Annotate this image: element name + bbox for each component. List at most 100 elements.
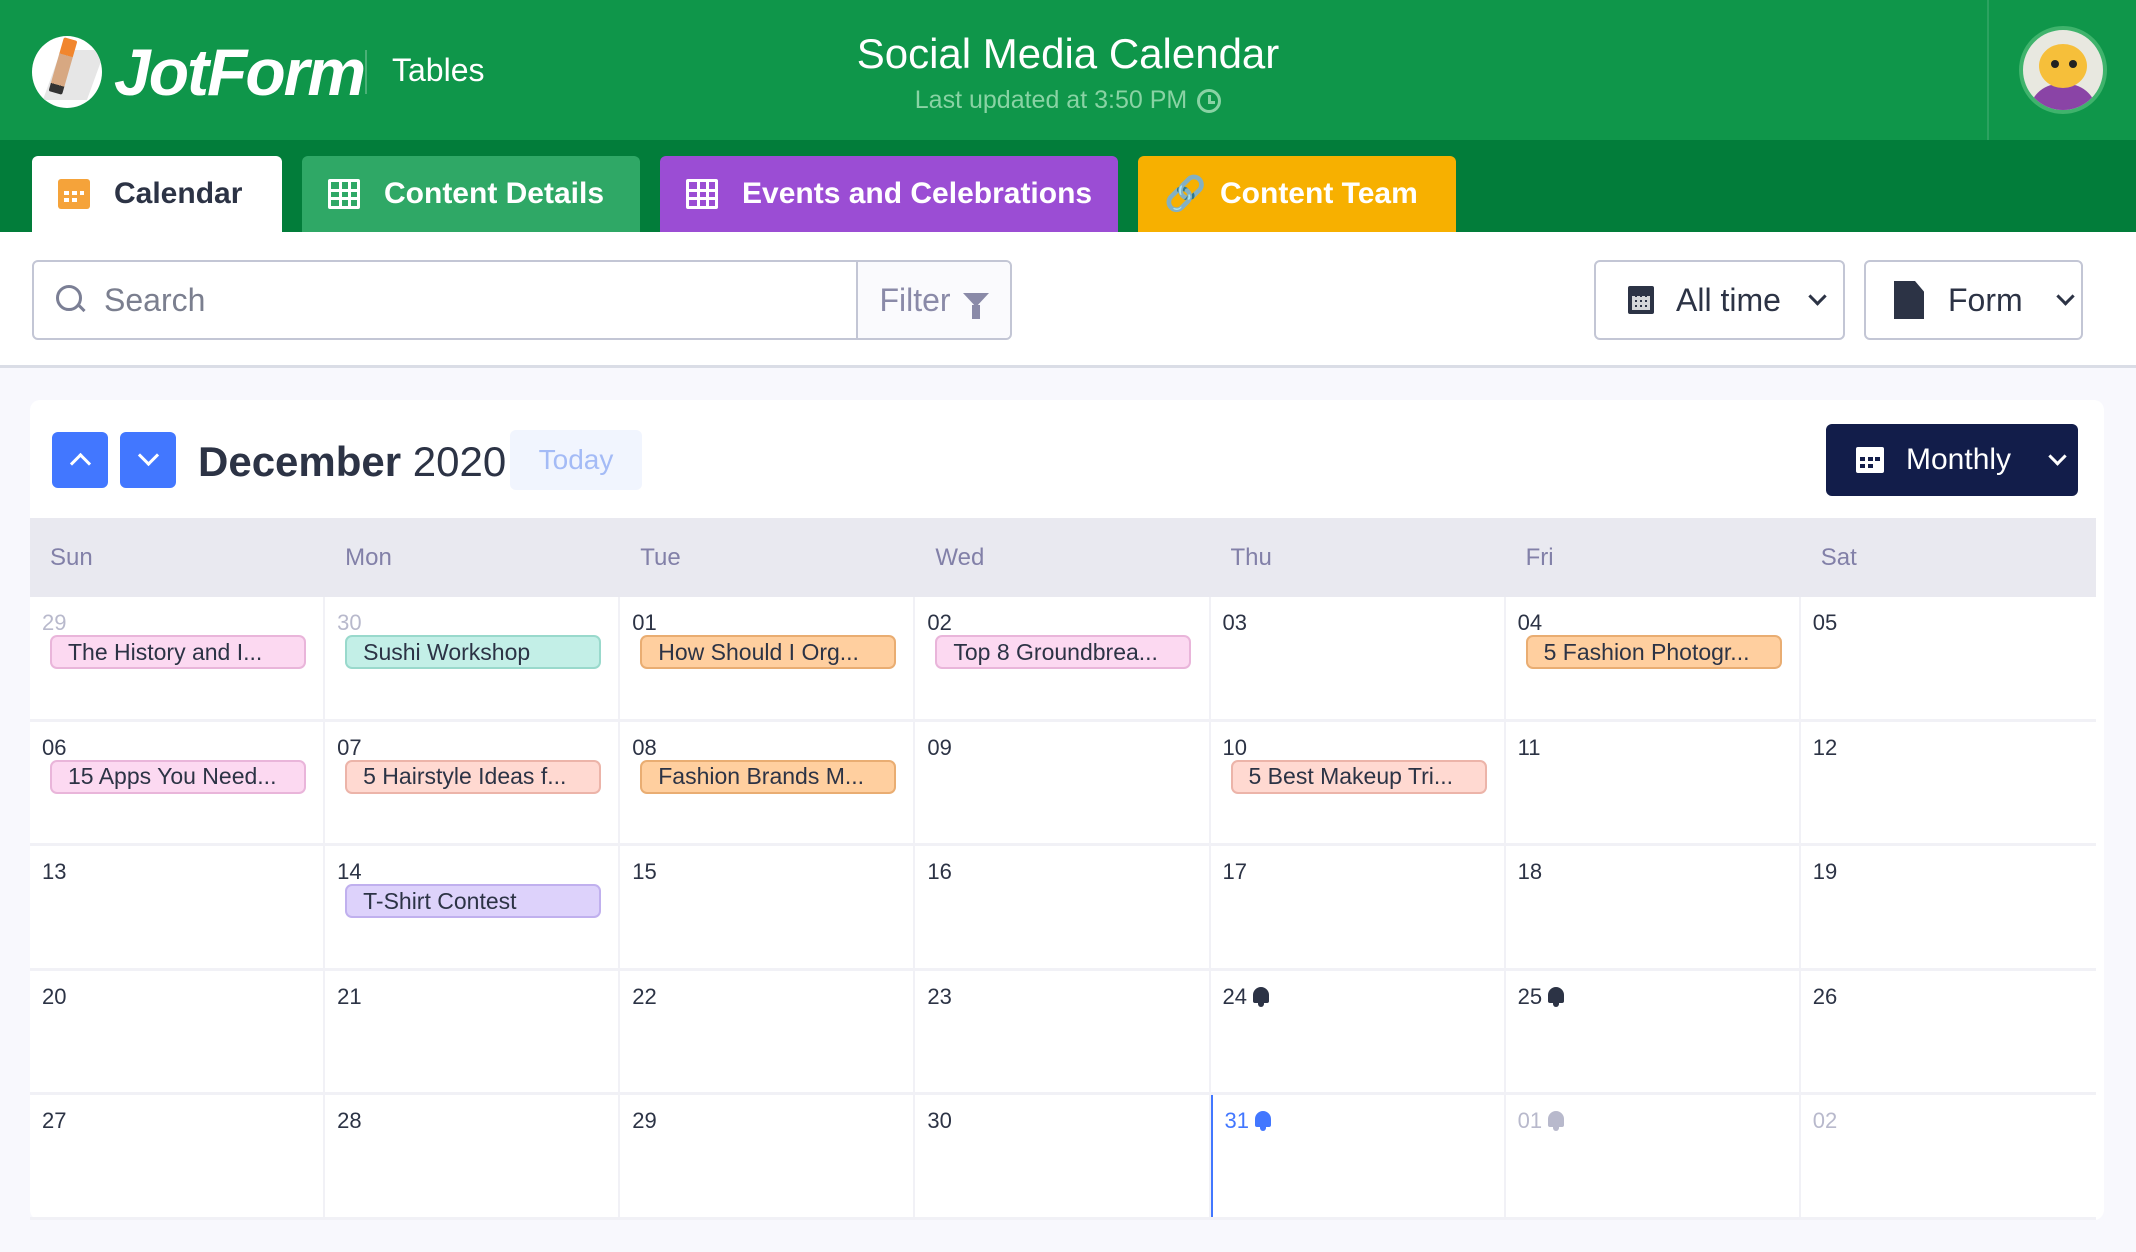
day-cell[interactable]: 24 bbox=[1211, 970, 1506, 1093]
day-cell[interactable]: 01 How Should I Org... bbox=[620, 597, 916, 719]
day-number: 27 bbox=[42, 1108, 323, 1133]
clock-icon[interactable] bbox=[1197, 88, 1222, 113]
avatar[interactable] bbox=[2019, 26, 2107, 114]
day-cell[interactable]: 28 bbox=[325, 1095, 621, 1217]
day-cell[interactable]: 27 bbox=[30, 1095, 326, 1217]
calendar-event[interactable]: Sushi Workshop bbox=[345, 635, 602, 669]
calendar-event[interactable]: Top 8 Groundbrea... bbox=[935, 635, 1192, 669]
day-number-text: 20 bbox=[42, 983, 67, 1009]
time-range-dropdown[interactable]: All time bbox=[1594, 260, 1845, 340]
calendar-event[interactable]: T-Shirt Contest bbox=[345, 884, 602, 919]
day-cell[interactable]: 19 bbox=[1801, 846, 2096, 968]
day-cell[interactable]: 29 The History and I... bbox=[30, 597, 326, 719]
day-of-week-label: Mon bbox=[345, 543, 392, 571]
view-mode-dropdown[interactable]: Monthly bbox=[1826, 424, 2078, 496]
calendar-icon bbox=[1856, 447, 1884, 473]
calendar-event[interactable]: Fashion Brands M... bbox=[640, 759, 897, 794]
table-grid-icon bbox=[328, 179, 360, 209]
bell-icon[interactable] bbox=[1546, 985, 1566, 1009]
day-cell[interactable]: 03 bbox=[1211, 597, 1506, 719]
previous-month-button[interactable] bbox=[52, 432, 108, 488]
tab-label: Content Team bbox=[1220, 177, 1418, 210]
day-number-text: 23 bbox=[927, 983, 952, 1009]
calendar-event[interactable]: 5 Best Makeup Tri... bbox=[1230, 759, 1487, 794]
day-number-text: 19 bbox=[1812, 859, 1838, 885]
search-icon bbox=[56, 285, 86, 315]
next-month-button[interactable] bbox=[120, 432, 176, 488]
calendar-card: December 2020 Today Monthly Sun Mon Tue Wed… bbox=[30, 400, 2104, 1220]
day-number-text: 03 bbox=[1222, 610, 1247, 635]
day-cell[interactable]: 22 bbox=[620, 970, 916, 1093]
day-cell[interactable]: 17 bbox=[1211, 846, 1506, 968]
day-of-week-label: Thu bbox=[1230, 543, 1272, 571]
day-cell[interactable]: 21 bbox=[325, 970, 621, 1093]
day-cell[interactable]: 09 bbox=[915, 721, 1211, 844]
month-title: December 2020 bbox=[198, 438, 506, 486]
week-row: 06 15 Apps You Need... 07 5 Hairstyle Ideas… bbox=[30, 721, 2096, 847]
day-cell[interactable]: 25 bbox=[1506, 970, 1801, 1093]
search-input[interactable] bbox=[104, 281, 864, 319]
tab-label: Events and Celebrations bbox=[742, 177, 1093, 210]
form-dropdown[interactable]: Form bbox=[1864, 260, 2083, 340]
today-button[interactable]: Today bbox=[510, 430, 642, 490]
table-tabs: Calendar Content Details Events and Cele… bbox=[0, 140, 2136, 232]
tab-content-details[interactable]: Content Details bbox=[302, 156, 640, 232]
bell-icon[interactable] bbox=[1253, 1109, 1273, 1133]
day-cell[interactable]: 23 bbox=[915, 970, 1211, 1093]
bell-icon[interactable] bbox=[1251, 985, 1271, 1009]
year: 2020 bbox=[412, 438, 507, 485]
funnel-icon bbox=[962, 293, 989, 319]
day-cell[interactable]: 02 bbox=[1801, 1095, 2096, 1217]
calendar-event[interactable]: How Should I Org... bbox=[640, 635, 897, 669]
day-cell[interactable]: 29 bbox=[620, 1095, 916, 1217]
day-number: 31 bbox=[1224, 1108, 1504, 1134]
bell-icon[interactable] bbox=[1546, 1109, 1566, 1133]
day-cell[interactable]: 15 bbox=[620, 846, 916, 968]
day-cell[interactable]: 30 bbox=[915, 1095, 1211, 1217]
day-number-text: 09 bbox=[927, 734, 952, 760]
day-number: 13 bbox=[42, 859, 323, 884]
calendar-event[interactable]: The History and I... bbox=[50, 635, 306, 669]
day-cell[interactable]: 30 Sushi Workshop bbox=[325, 597, 621, 719]
day-cell[interactable]: 04 5 Fashion Photogr... bbox=[1506, 597, 1801, 719]
day-number-text: 31 bbox=[1224, 1108, 1249, 1134]
day-cell[interactable]: 10 5 Best Makeup Tri... bbox=[1211, 721, 1506, 844]
day-number: 01 bbox=[632, 610, 913, 635]
time-range-value: All time bbox=[1676, 281, 1781, 318]
calendar-icon bbox=[58, 179, 90, 209]
day-cell[interactable]: 13 bbox=[30, 846, 326, 968]
day-number: 28 bbox=[337, 1108, 618, 1134]
tab-content-team[interactable]: 🔗 Content Team bbox=[1138, 156, 1456, 232]
day-number-text: 22 bbox=[632, 983, 657, 1009]
day-cell[interactable]: 11 bbox=[1506, 721, 1801, 844]
day-number-text: 24 bbox=[1222, 983, 1247, 1009]
last-updated: Last updated at 3:50 PM bbox=[0, 86, 2136, 115]
day-cell[interactable]: 07 5 Hairstyle Ideas f... bbox=[325, 721, 621, 844]
link-icon: 🔗 bbox=[1164, 175, 1207, 213]
page-title[interactable]: Social Media Calendar bbox=[0, 30, 2136, 78]
day-number-text: 28 bbox=[337, 1108, 362, 1134]
day-cell[interactable]: 16 bbox=[915, 846, 1211, 968]
calendar-event[interactable]: 5 Hairstyle Ideas f... bbox=[345, 759, 602, 794]
day-cell-today[interactable]: 31 bbox=[1210, 1095, 1506, 1217]
day-number-text: 05 bbox=[1812, 610, 1838, 635]
day-cell[interactable]: 18 bbox=[1506, 846, 1801, 968]
day-cell[interactable]: 02 Top 8 Groundbrea... bbox=[915, 597, 1211, 719]
tab-calendar[interactable]: Calendar bbox=[32, 156, 282, 232]
day-number-text: 30 bbox=[927, 1108, 952, 1134]
filter-button[interactable]: Filter bbox=[856, 262, 1010, 338]
day-cell[interactable]: 05 bbox=[1801, 597, 2096, 719]
day-cell[interactable]: 20 bbox=[30, 970, 326, 1093]
day-cell[interactable]: 06 15 Apps You Need... bbox=[30, 721, 326, 844]
day-cell[interactable]: 01 bbox=[1506, 1095, 1801, 1217]
day-cell[interactable]: 08 Fashion Brands M... bbox=[620, 721, 916, 844]
day-cell[interactable]: 26 bbox=[1801, 971, 2096, 1093]
day-cell[interactable]: 14 T-Shirt Contest bbox=[325, 846, 621, 968]
day-cell[interactable]: 12 bbox=[1801, 722, 2096, 844]
day-number-text: 02 bbox=[927, 610, 952, 635]
day-number-text: 15 bbox=[632, 859, 657, 885]
calendar-icon bbox=[1628, 286, 1654, 314]
calendar-event[interactable]: 15 Apps You Need... bbox=[50, 759, 306, 794]
calendar-event[interactable]: 5 Fashion Photogr... bbox=[1525, 635, 1782, 669]
tab-events-and-celebrations[interactable]: Events and Celebrations bbox=[660, 156, 1118, 232]
